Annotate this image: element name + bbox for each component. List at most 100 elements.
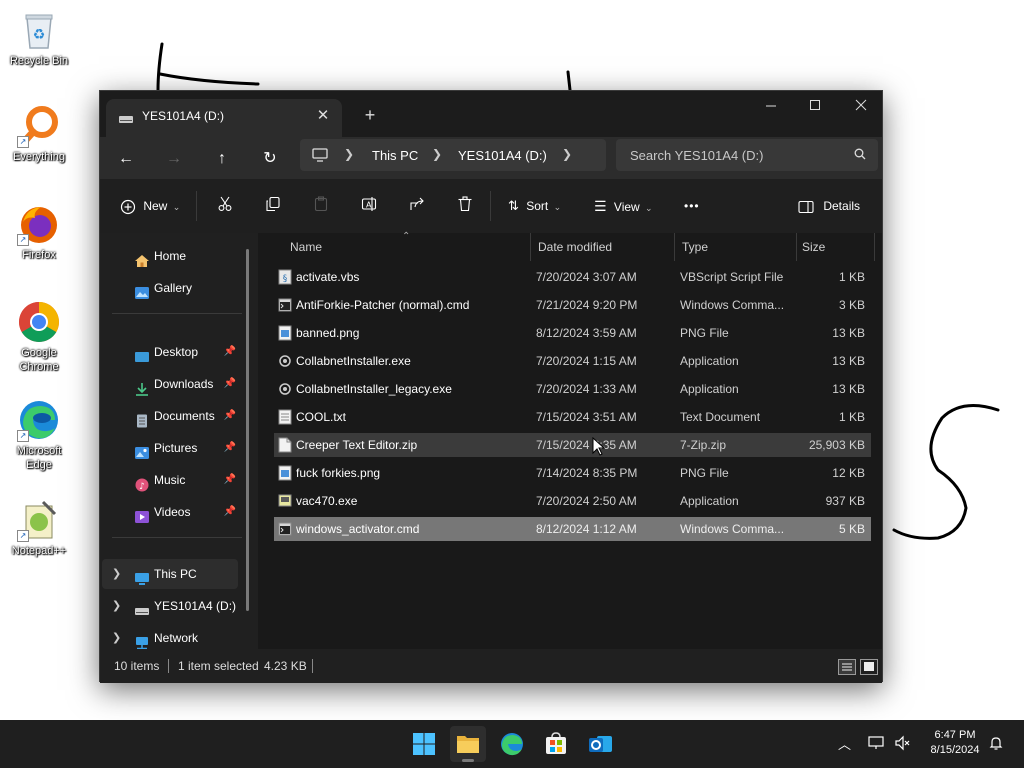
column-header-date[interactable]: Date modified [538, 233, 612, 261]
file-row[interactable]: § activate.vbs 7/20/2024 3:07 AM VBScrip… [274, 265, 871, 289]
title-bar[interactable]: YES101A4 (D:) ✕ + [100, 91, 882, 137]
address-bar[interactable]: ❯ This PC ❯ YES101A4 (D:) ❯ [300, 139, 606, 171]
column-divider[interactable] [674, 233, 675, 261]
chevron-right-icon[interactable]: ❯ [112, 591, 121, 621]
paste-button[interactable] [310, 196, 332, 218]
file-name: COOL.txt [296, 410, 347, 424]
column-header-name[interactable]: Name [290, 233, 322, 261]
chevron-right-icon[interactable]: ❯ [344, 147, 354, 161]
view-button[interactable]: ☰ View ⌄ [594, 193, 653, 219]
new-tab-button[interactable]: + [358, 103, 382, 127]
share-button[interactable] [406, 196, 428, 218]
notifications-button[interactable] [988, 735, 1004, 754]
details-view-button[interactable] [838, 659, 856, 675]
desktop-icon-google-chrome[interactable]: Google Chrome [4, 300, 74, 374]
chrome-icon [17, 300, 61, 344]
file-row[interactable]: fuck forkies.png 7/14/2024 8:35 PM PNG F… [274, 461, 871, 485]
desktop-icon-label: Firefox [22, 249, 56, 261]
nav-item-gallery[interactable]: Gallery [102, 273, 238, 303]
file-row[interactable]: banned.png 8/12/2024 3:59 AM PNG File 13… [274, 321, 871, 345]
taskbar-edge[interactable] [494, 726, 530, 762]
column-header-type[interactable]: Type [682, 233, 708, 261]
forward-button[interactable]: → [160, 145, 188, 173]
file-row[interactable]: CollabnetInstaller.exe 7/20/2024 1:15 AM… [274, 349, 871, 373]
file-size: 25,903 KB [808, 438, 865, 452]
taskbar-store[interactable] [538, 726, 574, 762]
close-tab-icon[interactable]: ✕ [312, 105, 334, 127]
scrollbar[interactable] [246, 249, 249, 611]
pin-icon: 📌 [223, 378, 236, 389]
everything-icon: ↗ [17, 104, 61, 148]
file-explorer-window[interactable]: YES101A4 (D:) ✕ + ← → ↑ ↻ ❯ This PC ❯ YE… [99, 90, 883, 683]
show-hidden-icons-button[interactable]: ︿ [838, 734, 851, 753]
more-options-button[interactable]: ••• [684, 193, 700, 219]
back-button[interactable]: ← [112, 145, 140, 173]
pictures-icon [134, 441, 150, 459]
desktop-icon-notepad-plus-plus[interactable]: ↗ Notepad++ [4, 498, 74, 558]
minimize-button[interactable] [748, 91, 794, 123]
breadcrumb-drive[interactable]: YES101A4 (D:) [458, 148, 547, 163]
file-type: 7-Zip.zip [680, 438, 727, 452]
chevron-right-icon[interactable]: ❯ [112, 559, 121, 589]
desktop-icon-everything[interactable]: ↗ Everything [4, 104, 74, 164]
tiles-view-button[interactable] [860, 659, 878, 675]
file-row-selected[interactable]: windows_activator.cmd 8/12/2024 1:12 AM … [274, 517, 871, 541]
store-icon [546, 732, 566, 754]
display-tray-button[interactable] [868, 735, 886, 754]
file-date: 7/20/2024 3:07 AM [536, 270, 637, 284]
nav-item-pictures[interactable]: Pictures 📌 [102, 433, 238, 463]
nav-item-home[interactable]: Home [102, 241, 238, 271]
nav-label: Pictures [154, 441, 198, 455]
nav-item-downloads[interactable]: Downloads 📌 [102, 369, 238, 399]
file-row[interactable]: AntiForkie-Patcher (normal).cmd 7/21/202… [274, 293, 871, 317]
desktop-icon-firefox[interactable]: ↗ Firefox [4, 202, 74, 262]
nav-item-drive[interactable]: ❯ YES101A4 (D:) [102, 591, 238, 621]
tab-drive[interactable]: YES101A4 (D:) ✕ [106, 99, 342, 137]
close-window-button[interactable] [838, 91, 884, 123]
maximize-button[interactable] [792, 91, 838, 123]
divider [490, 191, 491, 221]
chevron-right-icon[interactable]: ❯ [432, 147, 442, 161]
volume-tray-button[interactable] [894, 735, 912, 754]
breadcrumb-this-pc[interactable]: This PC [372, 148, 418, 163]
column-divider[interactable] [530, 233, 531, 261]
pin-icon: 📌 [223, 442, 236, 453]
nav-item-documents[interactable]: Documents 📌 [102, 401, 238, 431]
exe-icon [278, 353, 292, 369]
taskbar-file-explorer[interactable] [450, 726, 486, 762]
nav-item-desktop[interactable]: Desktop 📌 [102, 337, 238, 367]
taskbar-outlook[interactable] [582, 726, 618, 762]
trash-icon [458, 196, 472, 212]
column-divider[interactable] [874, 233, 875, 261]
close-icon [855, 99, 867, 111]
nav-item-music[interactable]: ♪ Music 📌 [102, 465, 238, 495]
file-row[interactable]: vac470.exe 7/20/2024 2:50 AM Application… [274, 489, 871, 513]
new-button[interactable]: New ⌄ [120, 193, 180, 219]
file-row[interactable]: CollabnetInstaller_legacy.exe 7/20/2024 … [274, 377, 871, 401]
cut-button[interactable] [214, 196, 236, 218]
downloads-icon [134, 377, 150, 396]
start-button[interactable] [406, 726, 442, 762]
nav-item-this-pc[interactable]: ❯ This PC [102, 559, 238, 589]
search-box[interactable]: Search YES101A4 (D:) [616, 139, 878, 171]
clock[interactable]: 6:47 PM 8/15/2024 [926, 728, 984, 758]
sort-button[interactable]: ⇅ Sort ⌄ [508, 193, 561, 219]
column-divider[interactable] [796, 233, 797, 261]
desktop-icon-microsoft-edge[interactable]: ↗ Microsoft Edge [4, 398, 74, 472]
file-date: 7/21/2024 9:20 PM [536, 298, 638, 312]
file-row[interactable]: COOL.txt 7/15/2024 3:51 AM Text Document… [274, 405, 871, 429]
drive-icon [118, 113, 134, 127]
refresh-button[interactable]: ↻ [256, 145, 284, 173]
copy-button[interactable] [262, 196, 284, 218]
sort-label: Sort [526, 199, 549, 213]
delete-button[interactable] [454, 196, 476, 218]
column-header-size[interactable]: Size [802, 233, 825, 261]
desktop-icon-recycle-bin[interactable]: ♻ Recycle Bin [4, 8, 74, 68]
desktop-icon-label: Recycle Bin [9, 55, 69, 67]
file-row[interactable]: Creeper Text Editor.zip 7/15/2024 3:35 A… [274, 433, 871, 457]
nav-item-videos[interactable]: Videos 📌 [102, 497, 238, 527]
chevron-right-icon[interactable]: ❯ [562, 147, 572, 161]
rename-button[interactable]: A [358, 196, 380, 218]
up-button[interactable]: ↑ [208, 145, 236, 173]
details-button[interactable]: Details [798, 193, 860, 219]
